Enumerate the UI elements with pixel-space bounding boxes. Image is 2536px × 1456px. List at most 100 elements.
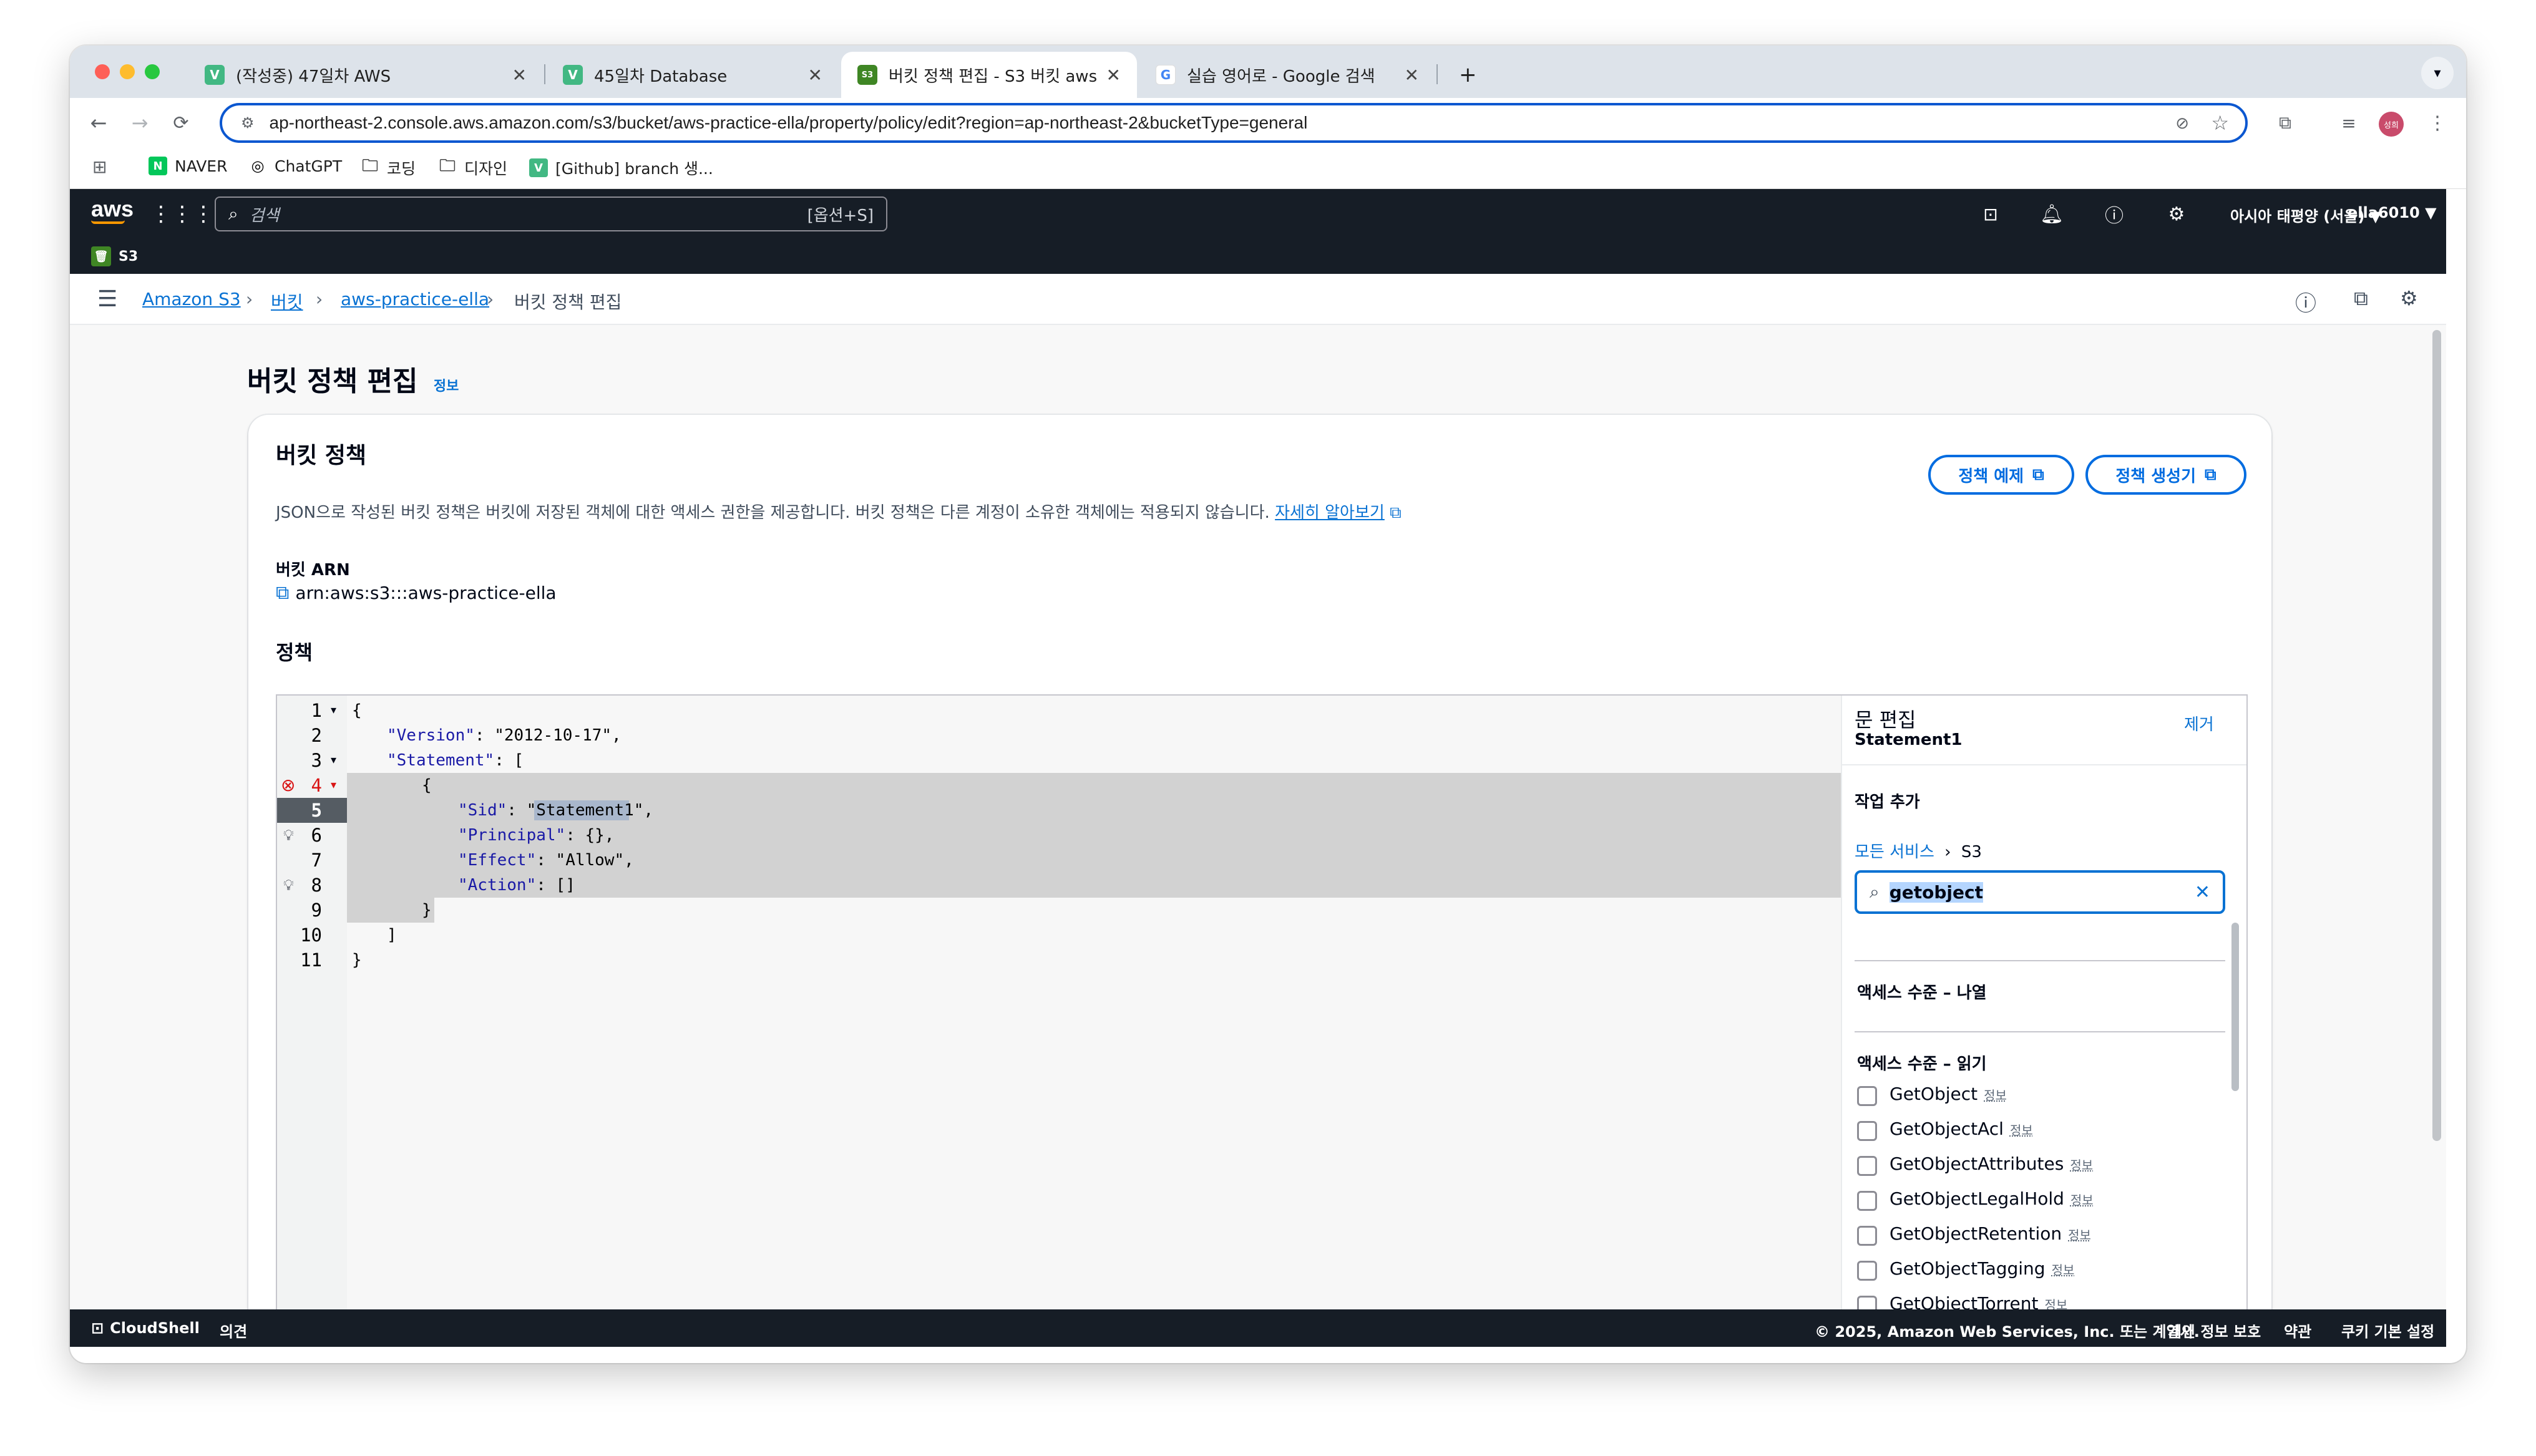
code-line: "Principal": {},: [458, 826, 615, 845]
tab-bucket-policy[interactable]: S3 버킷 정책 편집 - S3 버킷 aws-pr ✕: [841, 52, 1137, 98]
cloudshell-icon[interactable]: ⊡: [1978, 201, 2003, 226]
code-line: "Action": []: [458, 876, 575, 895]
tab-aws-notes[interactable]: V (작성중) 47일차 AWS ✕: [188, 52, 543, 98]
page-info-link[interactable]: 정보: [434, 379, 459, 394]
aws-search-input[interactable]: ⌕ 검색 [옵션+S]: [215, 197, 887, 231]
profile-avatar[interactable]: 성희: [2379, 112, 2404, 137]
lightbulb-icon[interactable]: 💡︎: [283, 873, 294, 898]
bookmark-naver[interactable]: N NAVER: [149, 157, 227, 175]
eye-off-icon[interactable]: ⊘: [2175, 114, 2189, 133]
cloudshell-button[interactable]: ⊡ CloudShell: [91, 1319, 200, 1337]
minimize-window-button[interactable]: [120, 64, 135, 79]
tab-database-notes[interactable]: V 45일차 Database ✕: [547, 52, 839, 98]
extensions-icon[interactable]: ⧉: [2271, 109, 2299, 137]
reload-icon[interactable]: ⟳: [167, 109, 195, 137]
settings-panel-icon[interactable]: ⚙: [2400, 286, 2418, 310]
bookmark-chatgpt[interactable]: ◎ ChatGPT: [248, 157, 343, 175]
hamburger-menu-icon[interactable]: ☰: [97, 286, 117, 312]
action-option[interactable]: GetObjectAttributes 정보: [1890, 1153, 2093, 1174]
action-option[interactable]: GetObjectRetention 정보: [1890, 1223, 2091, 1244]
tab-search-chevron-icon[interactable]: ▾: [2421, 57, 2454, 89]
aws-logo[interactable]: aws: [91, 198, 134, 224]
feedback-link[interactable]: 의견: [220, 1319, 247, 1341]
action-option[interactable]: GetObjectAcl 정보: [1890, 1119, 2033, 1139]
policy-generator-button[interactable]: 정책 생성기 ⧉: [2085, 455, 2246, 495]
service-shortcut-s3[interactable]: 🗑︎ S3: [91, 246, 138, 266]
close-tab-icon[interactable]: ✕: [1106, 65, 1121, 85]
page-scrollbar[interactable]: [2432, 330, 2441, 1141]
forward-arrow-icon[interactable]: →: [126, 109, 154, 137]
action-checkbox[interactable]: [1857, 1226, 1877, 1246]
media-control-icon[interactable]: ≡: [2335, 109, 2363, 137]
action-checkbox[interactable]: [1857, 1156, 1877, 1176]
tab-bar: V (작성중) 47일차 AWS ✕ V 45일차 Database ✕ S3 …: [70, 46, 2466, 98]
code-line: }: [352, 951, 362, 969]
action-checkbox[interactable]: [1857, 1086, 1877, 1106]
action-option[interactable]: GetObjectTagging 정보: [1890, 1258, 2074, 1279]
bucket-policy-card: 버킷 정책 정책 예제 ⧉ 정책 생성기 ⧉ JSON으로 작성된 버킷 정책은 버…: [248, 415, 2271, 1343]
fold-arrow-icon[interactable]: ▾: [331, 748, 336, 773]
cloudshell-icon: ⊡: [91, 1319, 104, 1337]
terms-link[interactable]: 약관: [2284, 1319, 2311, 1341]
more-menu-icon[interactable]: ⋮: [2424, 109, 2451, 137]
aws-footer: ⊡ CloudShell 의견 © 2025, Amazon Web Servi…: [70, 1309, 2446, 1347]
bookmark-folder-coding[interactable]: 🗀 코딩: [361, 157, 416, 179]
policy-json-editor[interactable]: 1 2 3 4 5 6 7 8 9 10 11 ▾ ▾ ▾ ⊗ 💡︎ 💡︎ { …: [276, 694, 2248, 1343]
access-level-list-group: 액세스 수준 – 나열: [1857, 984, 1987, 1002]
action-checkbox[interactable]: [1857, 1261, 1877, 1281]
fold-arrow-icon[interactable]: ▾: [331, 773, 336, 798]
bookmark-github-branch[interactable]: V [Github] branch 생...: [529, 157, 713, 179]
line-number: 10: [300, 925, 322, 946]
back-arrow-icon[interactable]: ←: [85, 109, 112, 137]
arn-label: 버킷 ARN: [276, 561, 350, 580]
notifications-panel-icon[interactable]: ⧉: [2354, 286, 2368, 311]
line-number: 7: [311, 850, 322, 871]
remove-statement-button[interactable]: 제거: [2184, 712, 2214, 735]
action-checkbox[interactable]: [1857, 1121, 1877, 1141]
action-filter-input[interactable]: ⌕ getobject ✕: [1855, 870, 2225, 914]
breadcrumb-amazon-s3[interactable]: Amazon S3: [142, 289, 241, 309]
fold-arrow-icon[interactable]: ▾: [331, 698, 336, 723]
browser-window: V (작성중) 47일차 AWS ✕ V 45일차 Database ✕ S3 …: [70, 46, 2466, 1363]
info-panel-icon[interactable]: ⓘ: [2295, 286, 2316, 317]
action-option[interactable]: GetObjectLegalHold 정보: [1890, 1188, 2094, 1209]
close-tab-icon[interactable]: ✕: [808, 65, 822, 85]
action-option[interactable]: GetObject 정보: [1890, 1084, 2007, 1104]
close-tab-icon[interactable]: ✕: [512, 65, 527, 85]
new-tab-button[interactable]: +: [1443, 52, 1493, 98]
site-settings-icon[interactable]: ⚙: [241, 114, 255, 132]
code-line: {: [422, 776, 432, 795]
clear-icon[interactable]: ✕: [2195, 881, 2210, 903]
code-line: ]: [387, 926, 397, 944]
close-window-button[interactable]: [95, 64, 110, 79]
search-icon: ⌕: [1870, 881, 1880, 902]
line-number: 3: [311, 750, 322, 771]
address-bar[interactable]: ⚙ ap-northeast-2.console.aws.amazon.com/…: [220, 103, 2248, 143]
list-scrollbar[interactable]: [2231, 923, 2239, 1091]
learn-more-link[interactable]: 자세히 알아보기: [1275, 503, 1385, 522]
bookmarks-bar: ⊞ N NAVER ◎ ChatGPT 🗀 코딩 🗀 디자인 V [Github] bra…: [70, 148, 2466, 189]
help-icon[interactable]: ⓘ: [2102, 201, 2127, 227]
privacy-link[interactable]: 개인 정보 보호: [2168, 1319, 2261, 1341]
breadcrumb-bucket-name[interactable]: aws-practice-ella: [341, 289, 489, 309]
account-menu[interactable]: ella6010 ▼: [2348, 204, 2437, 221]
cookie-preferences-link[interactable]: 쿠키 기본 설정: [2341, 1319, 2434, 1341]
s3-icon: S3: [857, 65, 877, 85]
settings-gear-icon[interactable]: ⚙: [2164, 201, 2189, 226]
s3-bucket-icon: 🗑︎: [91, 246, 111, 266]
copy-icon[interactable]: ⧉: [276, 582, 289, 604]
bell-icon[interactable]: 🔔︎: [2039, 201, 2064, 226]
close-tab-icon[interactable]: ✕: [1405, 65, 1419, 85]
lightbulb-icon[interactable]: 💡︎: [283, 823, 294, 848]
bookmark-folder-design[interactable]: 🗀 디자인: [438, 157, 507, 179]
services-grid-icon[interactable]: ⋮⋮⋮: [150, 201, 214, 226]
tab-google-search[interactable]: G 실습 영어로 - Google 검색 ✕: [1139, 52, 1435, 98]
tab-title: (작성중) 47일차 AWS: [236, 67, 391, 86]
maximize-window-button[interactable]: [145, 64, 160, 79]
apps-grid-icon[interactable]: ⊞: [92, 157, 107, 177]
breadcrumb-buckets[interactable]: 버킷: [271, 289, 303, 314]
policy-examples-button[interactable]: 정책 예제 ⧉: [1928, 455, 2074, 495]
action-checkbox[interactable]: [1857, 1191, 1877, 1211]
star-icon[interactable]: ☆: [2211, 111, 2229, 135]
all-services-link[interactable]: 모든 서비스: [1855, 843, 1934, 861]
